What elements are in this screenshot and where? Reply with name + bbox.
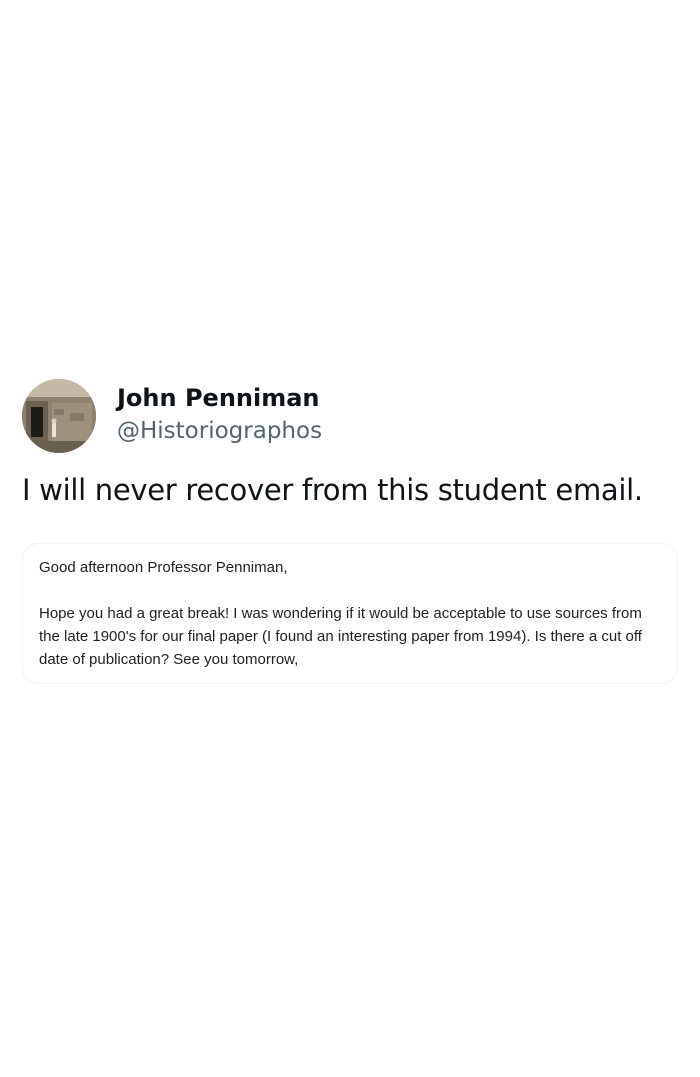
tweet-text: I will never recover from this student e… bbox=[22, 473, 643, 507]
email-screenshot-card[interactable]: Good afternoon Professor Penniman, Hope … bbox=[22, 543, 678, 684]
email-greeting: Good afternoon Professor Penniman, bbox=[39, 559, 288, 576]
tweet: John Penniman @Historiographos I will ne… bbox=[22, 378, 678, 684]
author-display-name[interactable]: John Penniman bbox=[117, 381, 322, 415]
author-names: John Penniman @Historiographos bbox=[117, 381, 322, 447]
avatar[interactable] bbox=[22, 379, 96, 453]
author-handle[interactable]: @Historiographos bbox=[117, 415, 322, 447]
tweet-header: John Penniman @Historiographos bbox=[22, 378, 678, 454]
profile-photo-icon bbox=[22, 379, 96, 453]
email-body: Hope you had a great break! I was wonder… bbox=[39, 605, 642, 668]
